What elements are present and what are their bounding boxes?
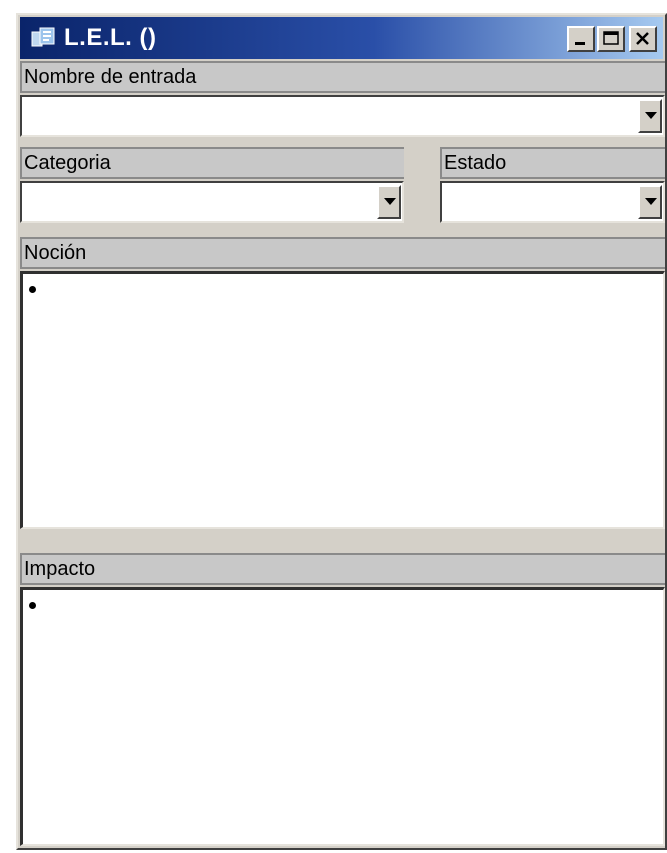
nocion-header: Noción	[20, 237, 665, 269]
categoria-label: Categoria	[24, 152, 111, 174]
estado-dropdown-button[interactable]	[638, 185, 662, 219]
title-bar[interactable]: L.E.L. ()	[20, 17, 663, 59]
chevron-down-icon	[384, 198, 396, 205]
estado-header: Estado	[440, 147, 665, 179]
minimize-button[interactable]	[567, 26, 595, 52]
chevron-down-icon	[645, 198, 657, 205]
chevron-down-icon	[645, 112, 657, 119]
bullet-icon	[29, 286, 36, 293]
maximize-button[interactable]	[597, 26, 625, 52]
estado-label: Estado	[444, 152, 507, 174]
window-title: L.E.L. ()	[64, 24, 157, 51]
nombre-de-entrada-header: Nombre de entrada	[20, 61, 665, 93]
categoria-dropdown-button[interactable]	[377, 185, 401, 219]
nombre-de-entrada-label: Nombre de entrada	[24, 66, 197, 88]
close-icon	[636, 32, 649, 45]
nombre-de-entrada-dropdown-button[interactable]	[638, 99, 662, 133]
categoria-combo[interactable]	[20, 181, 404, 223]
impacto-label: Impacto	[24, 558, 96, 580]
nocion-textarea[interactable]	[20, 271, 665, 529]
close-button[interactable]	[629, 26, 657, 52]
maximize-icon	[603, 31, 619, 45]
bullet-icon	[29, 602, 36, 609]
estado-combo[interactable]	[440, 181, 665, 223]
impacto-header: Impacto	[20, 553, 665, 585]
lel-window: L.E.L. () Nombre de entrada Categoria Es…	[16, 13, 667, 850]
impacto-textarea[interactable]	[20, 587, 665, 846]
nocion-label: Noción	[24, 242, 87, 264]
nombre-de-entrada-combo[interactable]	[20, 95, 665, 137]
minimize-icon	[575, 42, 585, 45]
app-icon	[30, 26, 58, 50]
categoria-header: Categoria	[20, 147, 404, 179]
